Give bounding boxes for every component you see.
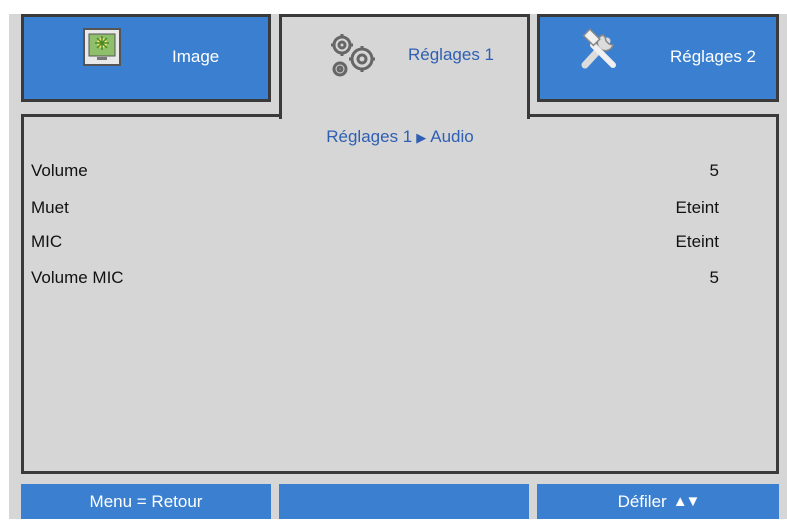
footer-back-label: Menu = Retour [89, 491, 203, 511]
chevron-right-icon: ▶ [416, 130, 427, 145]
breadcrumb-current: Audio [430, 127, 474, 146]
tab-reglages-1-label: Réglages 1 [408, 45, 495, 64]
tab-image-label: Image [172, 47, 220, 66]
setting-row-mic[interactable]: MIC Eteint [31, 227, 719, 257]
tab-reglages-1[interactable]: Réglages 1 [279, 14, 530, 119]
breadcrumb-parent: Réglages 1 [326, 127, 413, 146]
setting-row-volume-mic[interactable]: Volume MIC 5 [31, 263, 719, 293]
tools-icon [575, 27, 625, 73]
setting-label: Volume [31, 161, 88, 180]
tab-reglages-2-label: Réglages 2 [670, 47, 757, 66]
setting-label: Muet [31, 198, 69, 217]
setting-value: 5 [709, 161, 719, 180]
tab-reglages-2[interactable]: Réglages 2 [537, 14, 779, 102]
footer-middle [279, 484, 529, 519]
footer-scroll-hint: Défiler ▲▼ [537, 484, 779, 519]
setting-label: MIC [31, 232, 63, 251]
image-icon [82, 27, 122, 67]
footer-scroll-label: Défiler [617, 491, 667, 511]
tab-image[interactable]: Image [21, 14, 271, 102]
setting-label: Volume MIC [31, 268, 124, 287]
setting-value: Eteint [675, 198, 719, 217]
setting-row-volume[interactable]: Volume 5 [31, 156, 719, 186]
gears-icon [326, 31, 382, 81]
up-down-arrows-icon: ▲▼ [672, 493, 701, 510]
footer-back-hint: Menu = Retour [21, 484, 271, 519]
breadcrumb: Réglages 1 ▶ Audio [24, 127, 776, 147]
setting-value: Eteint [675, 232, 719, 251]
setting-value: 5 [709, 268, 719, 287]
setting-row-muet[interactable]: Muet Eteint [31, 193, 719, 223]
